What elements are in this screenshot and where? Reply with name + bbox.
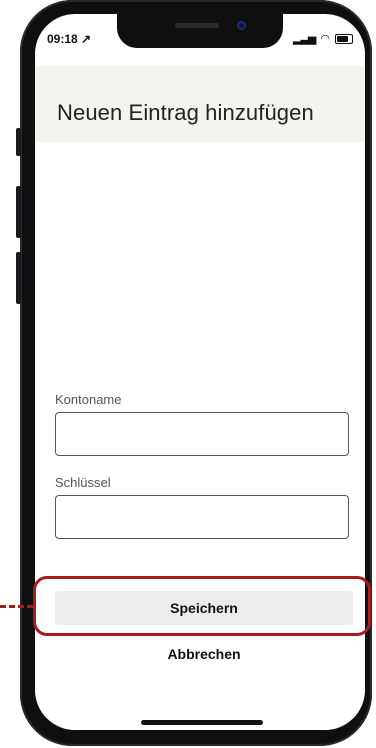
- volume-down-button: [16, 252, 21, 304]
- key-label: Schlüssel: [55, 475, 111, 490]
- account-name-input[interactable]: [55, 412, 349, 456]
- page-title: Neuen Eintrag hinzufügen: [57, 100, 314, 125]
- key-input[interactable]: [55, 495, 349, 539]
- battery-icon: [335, 33, 353, 44]
- notch: [117, 14, 283, 48]
- status-time: 09:18 ↗: [47, 32, 92, 46]
- mute-switch: [16, 128, 21, 156]
- volume-up-button: [16, 186, 21, 238]
- cellular-signal-icon: ▂▃▅: [293, 33, 316, 45]
- home-indicator: [141, 720, 263, 725]
- status-icons: ▂▃▅ ◠: [293, 32, 353, 45]
- speaker-grille: [175, 23, 219, 28]
- account-name-label: Kontoname: [55, 392, 122, 407]
- cancel-button[interactable]: Abbrechen: [55, 642, 353, 666]
- highlight-annotation: [33, 576, 371, 636]
- highlight-pointer-line: [0, 605, 33, 608]
- front-camera-icon: [237, 21, 246, 30]
- wifi-icon: ◠: [320, 33, 330, 45]
